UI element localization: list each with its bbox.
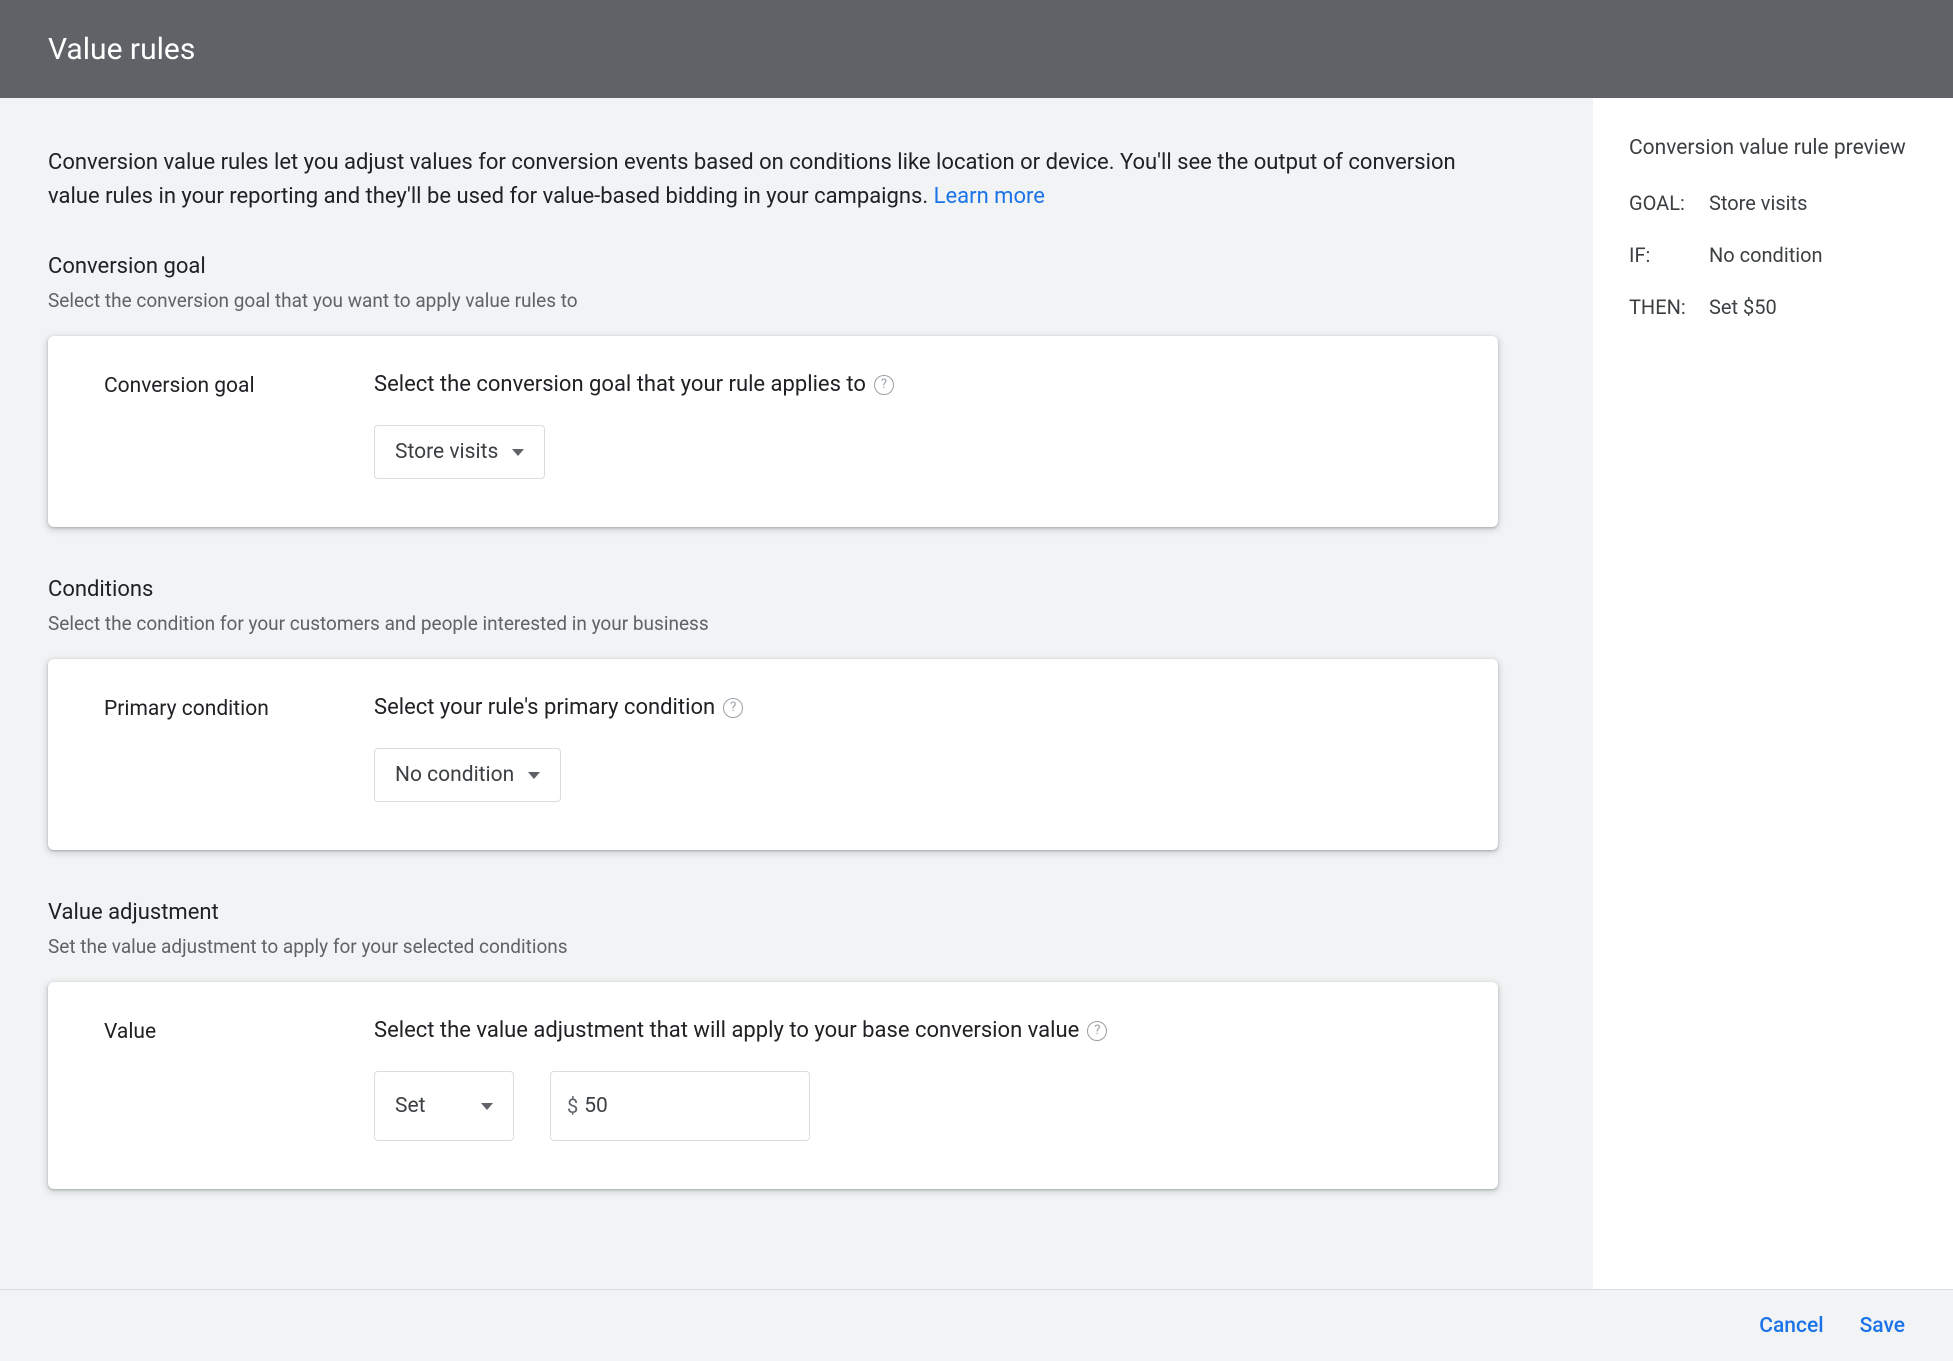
card-label-condition: Primary condition xyxy=(104,695,314,802)
section-subtitle-value: Set the value adjustment to apply for yo… xyxy=(48,935,1545,958)
help-icon[interactable]: ? xyxy=(874,375,894,395)
preview-if-value: No condition xyxy=(1709,243,1823,267)
help-icon[interactable]: ? xyxy=(723,698,743,718)
card-heading-value: Select the value adjustment that will ap… xyxy=(374,1018,1442,1043)
section-title-value: Value adjustment xyxy=(48,900,1545,925)
cancel-button[interactable]: Cancel xyxy=(1759,1314,1823,1338)
save-button[interactable]: Save xyxy=(1860,1314,1905,1338)
card-heading-condition: Select your rule's primary condition ? xyxy=(374,695,1442,720)
section-title-conditions: Conditions xyxy=(48,577,1545,602)
main-column: Conversion value rules let you adjust va… xyxy=(0,98,1593,1289)
section-title-goal: Conversion goal xyxy=(48,254,1545,279)
conversion-goal-select[interactable]: Store visits xyxy=(374,425,545,479)
preview-goal-label: GOAL: xyxy=(1629,191,1709,215)
card-heading-goal: Select the conversion goal that your rul… xyxy=(374,372,1442,397)
value-operation-select-value: Set xyxy=(395,1094,425,1118)
card-heading-value-text: Select the value adjustment that will ap… xyxy=(374,1018,1079,1043)
preview-title: Conversion value rule preview xyxy=(1629,134,1917,163)
content-wrapper: Conversion value rules let you adjust va… xyxy=(0,98,1953,1289)
preview-then-value: Set $50 xyxy=(1709,295,1777,319)
primary-condition-select[interactable]: No condition xyxy=(374,748,561,802)
preview-goal-value: Store visits xyxy=(1709,191,1807,215)
value-amount-input[interactable] xyxy=(584,1094,793,1118)
section-subtitle-conditions: Select the condition for your customers … xyxy=(48,612,1545,635)
card-heading-condition-text: Select your rule's primary condition xyxy=(374,695,715,720)
help-icon[interactable]: ? xyxy=(1087,1021,1107,1041)
card-heading-goal-text: Select the conversion goal that your rul… xyxy=(374,372,866,397)
conversion-goal-select-value: Store visits xyxy=(395,440,498,464)
card-label-value: Value xyxy=(104,1018,314,1141)
page-header: Value rules xyxy=(0,0,1953,98)
learn-more-link[interactable]: Learn more xyxy=(934,184,1045,209)
preview-if-label: IF: xyxy=(1629,243,1709,267)
intro-body: Conversion value rules let you adjust va… xyxy=(48,150,1456,209)
section-subtitle-goal: Select the conversion goal that you want… xyxy=(48,289,1545,312)
chevron-down-icon xyxy=(481,1103,493,1110)
chevron-down-icon xyxy=(512,449,524,456)
footer-bar: Cancel Save xyxy=(0,1289,1953,1361)
currency-prefix: $ xyxy=(567,1094,578,1118)
intro-text: Conversion value rules let you adjust va… xyxy=(48,146,1468,214)
primary-condition-select-value: No condition xyxy=(395,763,514,787)
page-title: Value rules xyxy=(48,32,195,67)
card-conversion-goal: Conversion goal Select the conversion go… xyxy=(48,336,1498,527)
card-conditions: Primary condition Select your rule's pri… xyxy=(48,659,1498,850)
value-amount-field-wrapper: $ xyxy=(550,1071,810,1141)
value-operation-select[interactable]: Set xyxy=(374,1071,514,1141)
preview-then-label: THEN: xyxy=(1629,295,1709,319)
chevron-down-icon xyxy=(528,772,540,779)
preview-panel: Conversion value rule preview GOAL: Stor… xyxy=(1593,98,1953,1289)
card-value-adjustment: Value Select the value adjustment that w… xyxy=(48,982,1498,1189)
card-label-goal: Conversion goal xyxy=(104,372,314,479)
